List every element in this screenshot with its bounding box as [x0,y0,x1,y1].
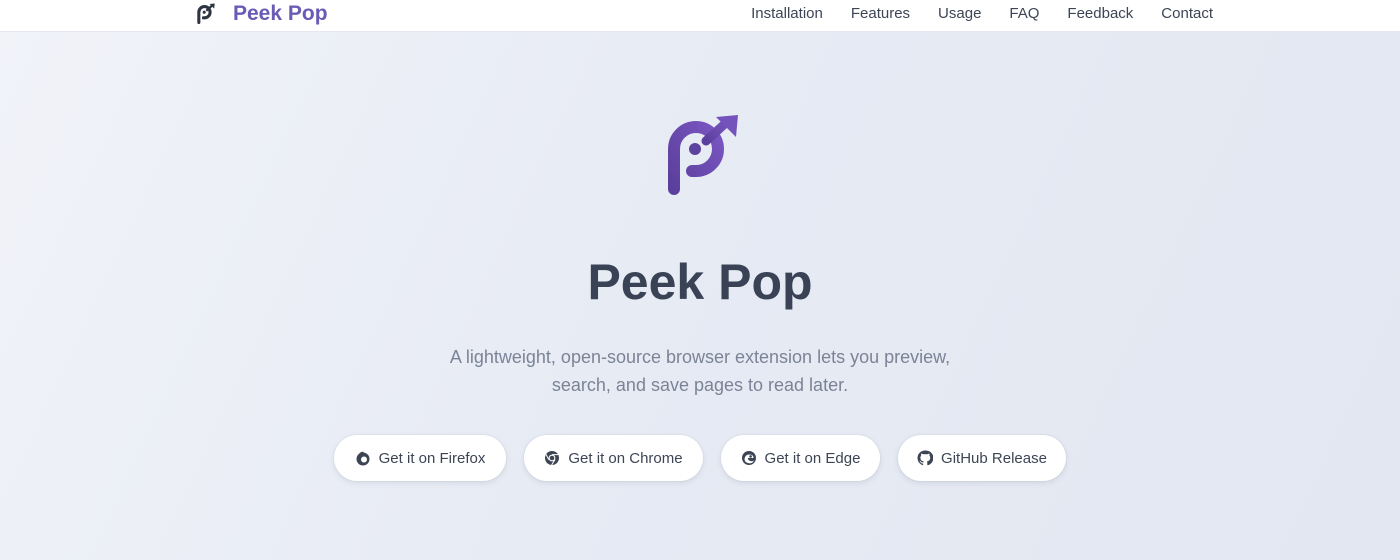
get-firefox-label: Get it on Firefox [378,449,486,467]
github-icon [917,450,934,466]
hero-description-line-2: search, and save pages to read later. [551,375,849,395]
nav-feedback[interactable]: Feedback [1067,5,1133,22]
hero-title: Peek Pop [587,254,813,310]
get-edge-button[interactable]: Get it on Edge [721,435,880,481]
edge-icon [741,451,756,465]
chrome-icon [545,451,560,466]
nav-usage[interactable]: Usage [938,5,981,22]
nav-contact[interactable]: Contact [1161,5,1213,22]
peek-pop-logo-icon [668,115,738,195]
main-nav: Installation Features Usage FAQ Feedback… [751,0,1213,26]
brand-link[interactable]: Peek Pop [195,2,328,26]
hero-description: A lightweight, open-source browser exten… [400,343,1000,399]
get-edge-label: Get it on Edge [764,449,861,467]
nav-installation[interactable]: Installation [751,5,823,22]
download-buttons: Get it on Firefox Get it on Chrome Get i… [0,435,1400,481]
brand-name: Peek Pop [233,2,328,25]
get-chrome-button[interactable]: Get it on Chrome [524,435,703,481]
get-firefox-button[interactable]: Get it on Firefox [334,435,506,481]
hero-description-line-1: A lightweight, open-source browser exten… [449,347,951,367]
github-release-button[interactable]: GitHub Release [898,435,1066,481]
peek-pop-logo-icon [197,3,215,24]
nav-features[interactable]: Features [851,5,910,22]
top-navigation-bar: Peek Pop Installation Features Usage FAQ… [0,0,1400,32]
nav-faq[interactable]: FAQ [1009,5,1039,22]
github-release-label: GitHub Release [941,449,1047,467]
get-chrome-label: Get it on Chrome [568,449,683,467]
firefox-icon [356,451,370,466]
